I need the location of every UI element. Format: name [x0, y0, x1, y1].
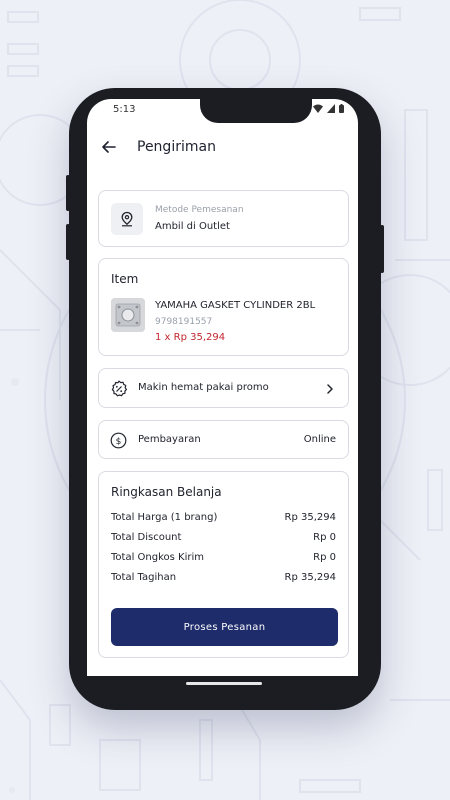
- status-icons: [313, 104, 344, 113]
- summary-row-value: Rp 35,294: [284, 512, 336, 523]
- summary-row-value: Rp 0: [313, 532, 336, 543]
- order-method-value: Ambil di Outlet: [155, 221, 230, 232]
- arrow-left-icon: [102, 141, 116, 153]
- summary-row-value: Rp 0: [313, 552, 336, 563]
- page-title: Pengiriman: [137, 139, 216, 155]
- status-time: 5:13: [113, 104, 136, 115]
- chevron-right-icon: [327, 384, 333, 394]
- phone-volume-button: [66, 175, 70, 211]
- phone-volume-button: [66, 224, 70, 260]
- payment-label: Pembayaran: [138, 434, 201, 445]
- svg-text:$: $: [116, 437, 122, 447]
- summary-card: Ringkasan Belanja Total Harga (1 brang) …: [98, 471, 349, 658]
- item-card: Item YAMAHA GASKET CYLINDER 2BL 97981915…: [98, 258, 349, 356]
- dollar-coin-icon: $: [110, 432, 127, 449]
- summary-title: Ringkasan Belanja: [111, 485, 222, 499]
- signal-icon: [327, 104, 335, 113]
- payment-card[interactable]: $ Pembayaran Online: [98, 420, 349, 459]
- summary-row-label: Total Ongkos Kirim: [111, 552, 204, 563]
- summary-row-label: Total Tagihan: [111, 572, 177, 583]
- summary-row-label: Total Harga (1 brang): [111, 512, 218, 523]
- home-indicator[interactable]: [186, 682, 262, 685]
- phone-power-button: [380, 225, 384, 273]
- product-gasket-image: [111, 298, 145, 332]
- order-method-card[interactable]: Metode Pemesanan Ambil di Outlet: [98, 190, 349, 247]
- status-bar: 5:13: [87, 99, 358, 121]
- product-image: [111, 298, 145, 332]
- item-section-title: Item: [111, 272, 139, 286]
- order-method-label: Metode Pemesanan: [155, 205, 244, 215]
- summary-row-value: Rp 35,294: [284, 572, 336, 583]
- wifi-icon: [313, 104, 323, 113]
- promo-label: Makin hemat pakai promo: [138, 382, 269, 393]
- back-button[interactable]: [99, 137, 119, 157]
- app-screen: 5:13 Pengiriman Metode Pemesanan Ambil d…: [87, 99, 358, 676]
- summary-row-label: Total Discount: [111, 532, 182, 543]
- process-order-button[interactable]: Proses Pesanan: [111, 608, 338, 646]
- product-sku: 9798191557: [155, 317, 213, 327]
- app-header: Pengiriman: [87, 129, 358, 165]
- location-icon-box: [111, 203, 143, 235]
- location-pin-icon: [121, 211, 133, 227]
- promo-card[interactable]: Makin hemat pakai promo: [98, 368, 349, 408]
- product-name: YAMAHA GASKET CYLINDER 2BL: [155, 300, 316, 311]
- payment-value: Online: [303, 434, 336, 445]
- battery-icon: [339, 104, 344, 113]
- discount-icon: [111, 380, 128, 397]
- product-qty-price: 1 x Rp 35,294: [155, 332, 226, 343]
